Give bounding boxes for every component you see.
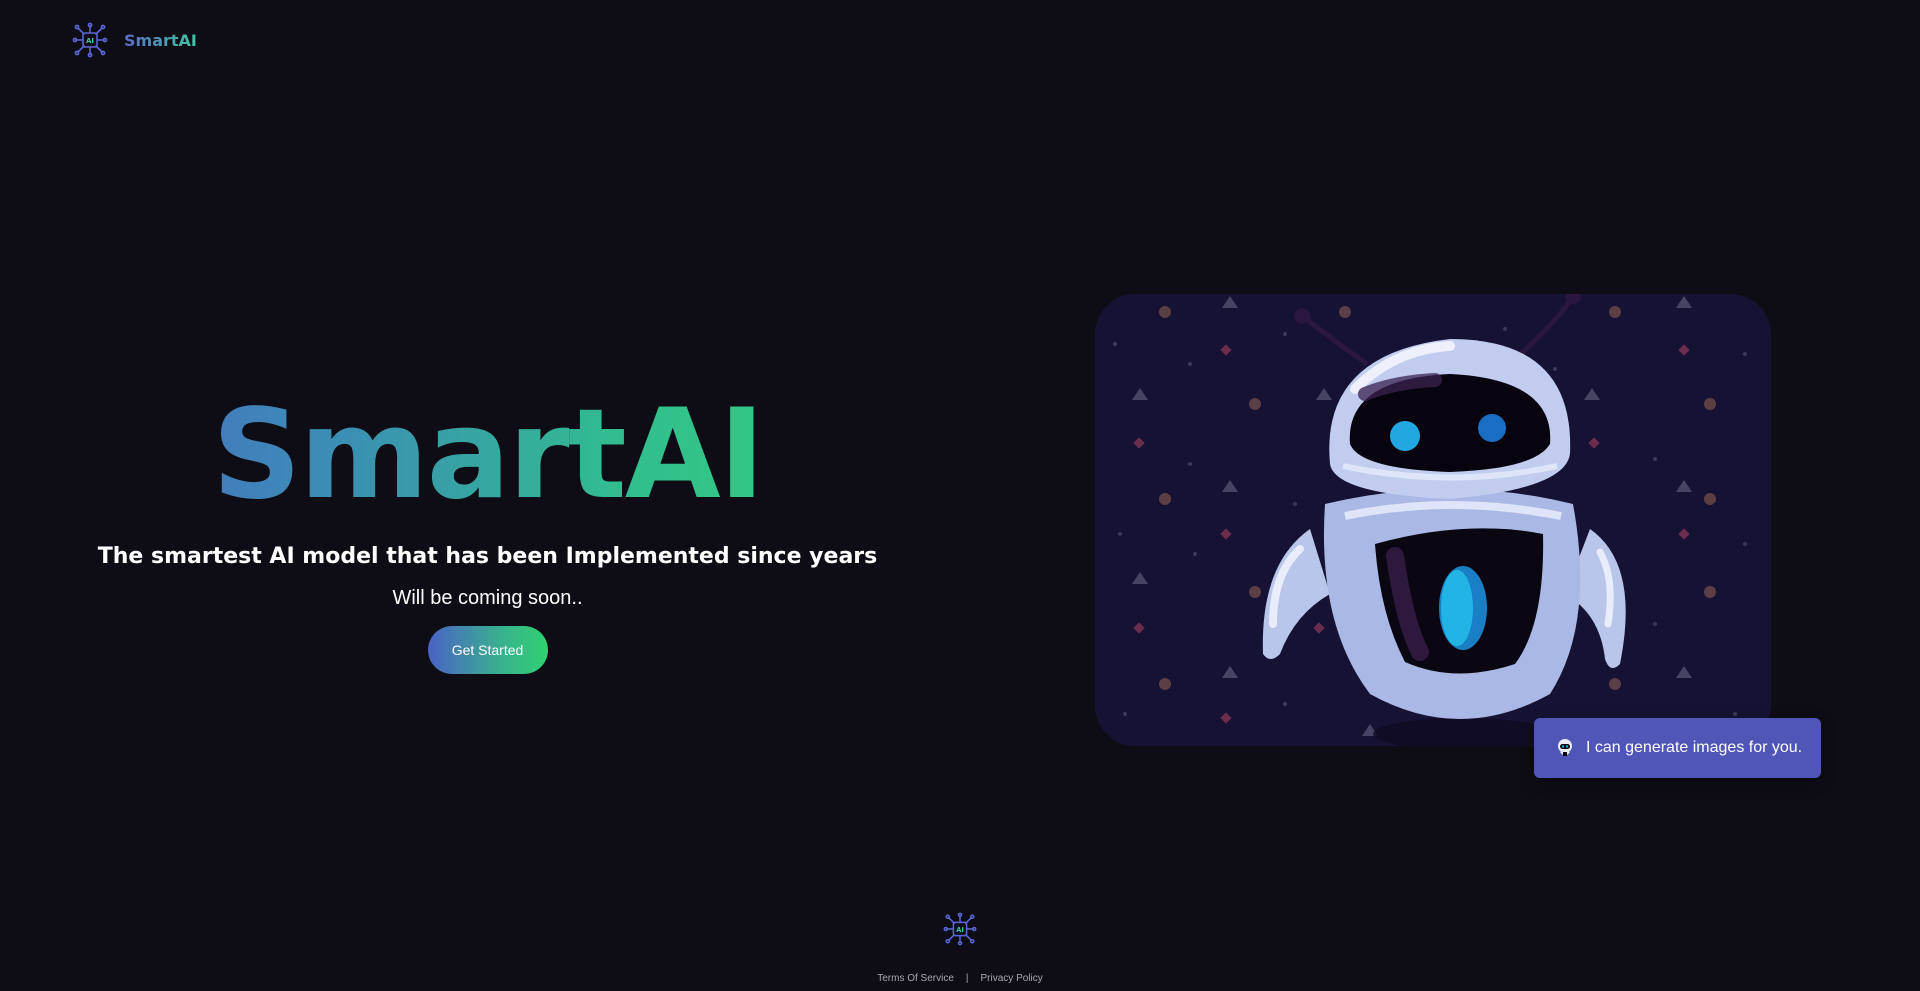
robot-illustration xyxy=(1095,294,1771,746)
brand-name: SmartAI xyxy=(124,30,197,50)
brand-home-link[interactable]: AI SmartAI xyxy=(72,22,197,58)
toast-message: I can generate images for you. xyxy=(1586,739,1803,756)
coming-soon-text: Will be coming soon.. xyxy=(392,587,583,609)
landing-page: AI SmartAI SmartAI The smartest AI model… xyxy=(0,0,1920,991)
svg-text:AI: AI xyxy=(86,37,94,45)
ai-chip-icon: AI xyxy=(943,912,977,946)
assistant-toast: I can generate images for you. xyxy=(1534,718,1821,778)
hero-title: SmartAI xyxy=(0,380,975,530)
get-started-button[interactable]: Get Started xyxy=(427,626,548,674)
terms-of-service-link[interactable]: Terms Of Service xyxy=(877,973,954,984)
hero-subtitle: The smartest AI model that has been Impl… xyxy=(97,544,878,569)
robot-icon xyxy=(1558,739,1572,756)
svg-text:AI: AI xyxy=(956,926,964,934)
privacy-policy-link[interactable]: Privacy Policy xyxy=(981,973,1043,984)
robot xyxy=(1262,294,1626,746)
ai-chip-icon: AI xyxy=(72,22,108,58)
footer-separator: | xyxy=(965,973,969,984)
hero-section: SmartAI The smartest AI model that has b… xyxy=(0,380,975,674)
footer-links: Terms Of Service | Privacy Policy xyxy=(0,973,1920,984)
